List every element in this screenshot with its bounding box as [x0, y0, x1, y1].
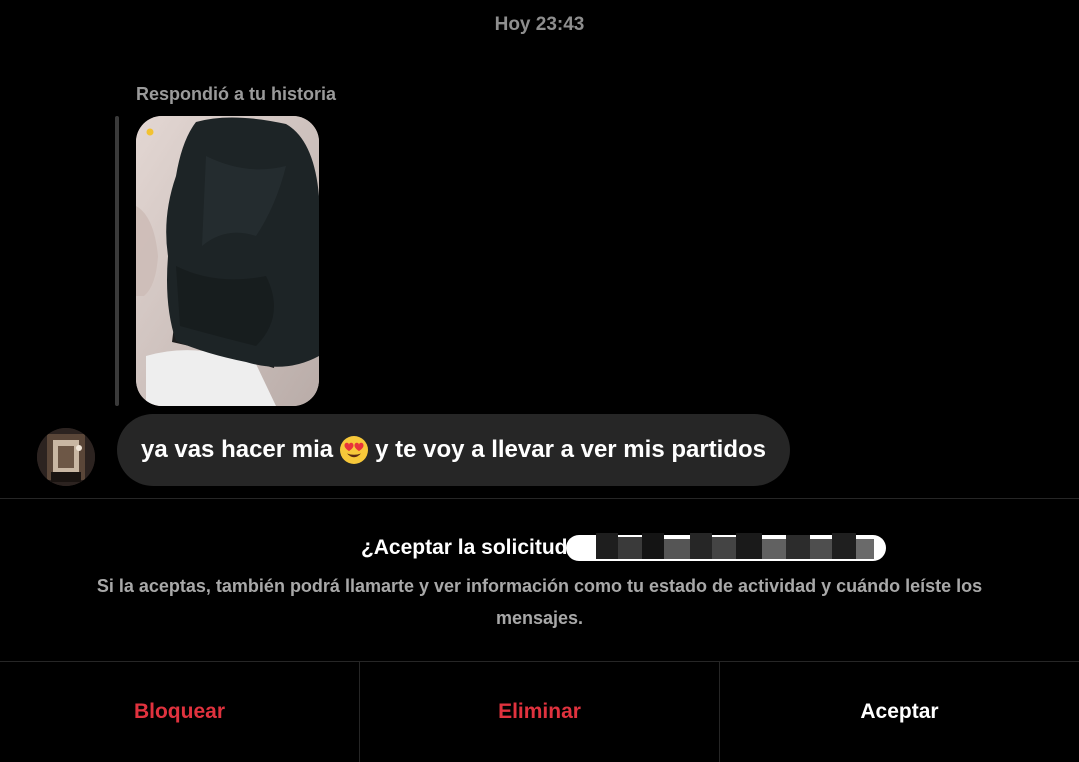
accept-button[interactable]: Aceptar	[719, 662, 1079, 762]
block-button[interactable]: Bloquear	[0, 662, 359, 762]
heart-eyes-emoji-icon	[339, 435, 369, 465]
request-description: Si la aceptas, también podrá llamarte y …	[96, 576, 983, 628]
sender-avatar[interactable]	[37, 428, 95, 486]
story-reply-caption: Respondió a tu historia	[136, 84, 337, 104]
story-thumbnail[interactable]	[136, 116, 319, 406]
redacted-username	[566, 527, 896, 567]
message-request-screen: Hoy 23:43 Respondió a tu historia ya vas…	[0, 0, 1079, 762]
section-divider	[0, 498, 1079, 499]
delete-button[interactable]: Eliminar	[359, 662, 719, 762]
request-title: ¿Aceptar la solicitud de mensaje de	[0, 536, 1079, 560]
message-text-part1: ya vas hacer mia	[141, 436, 334, 463]
message-bubble[interactable]: ya vas hacer mia y te voy a llevar a ver…	[117, 414, 791, 486]
message-timestamp: Hoy 23:43	[494, 14, 585, 35]
reply-quote-bar	[115, 116, 119, 406]
request-actions: Bloquear Eliminar Aceptar	[0, 662, 1079, 762]
message-text-part2: y te voy a llevar a ver mis partidos	[375, 436, 767, 463]
